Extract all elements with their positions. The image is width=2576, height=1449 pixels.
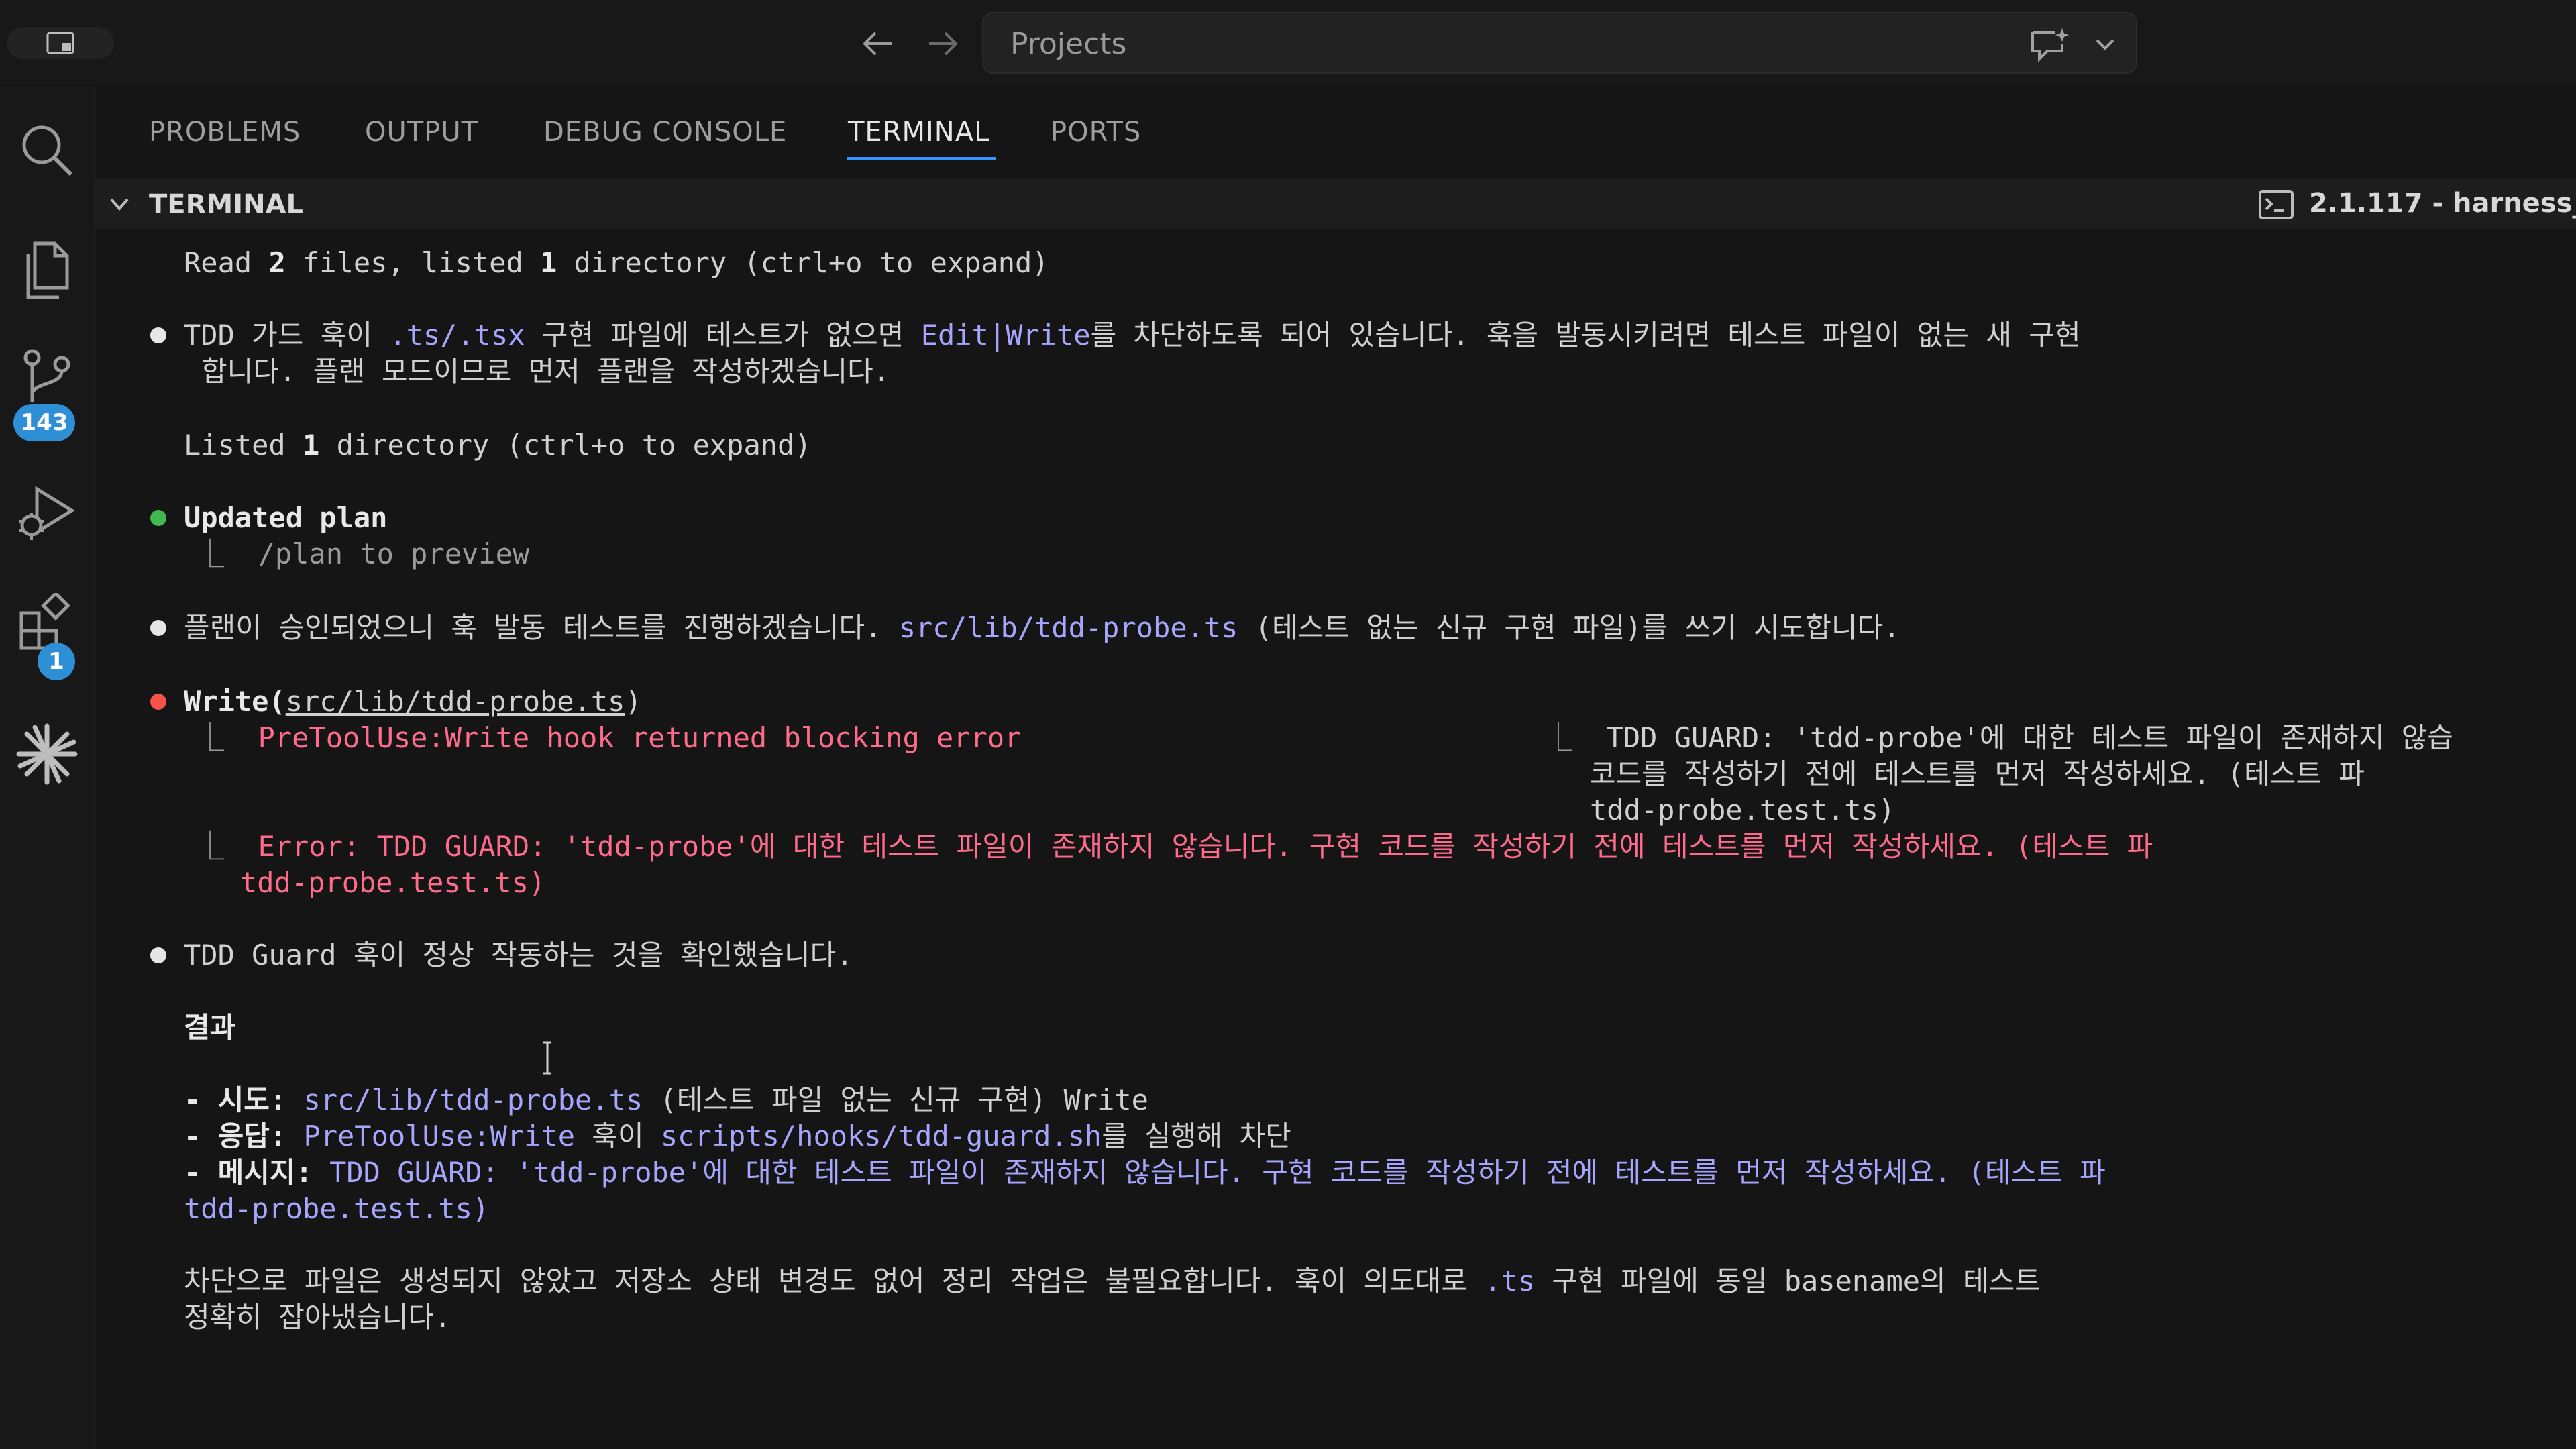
- output-line: 코드를 작성하기 전에 테스트를 먼저 작성하세요. (테스트 파: [1590, 757, 2365, 790]
- activity-item-source-control[interactable]: 143: [0, 345, 94, 441]
- bullet-dot-error: [150, 694, 166, 710]
- source-control-icon: [23, 349, 70, 402]
- output-line: - 시도: src/lib/tdd-probe.ts (테스트 파일 없는 신규…: [184, 1083, 1148, 1116]
- source-control-badge: 143: [13, 404, 75, 441]
- section-title: TERMINAL: [149, 189, 304, 220]
- output-line: Listed 1 directory (ctrl+o to expand): [184, 429, 812, 462]
- activity-item-extensions[interactable]: 1: [0, 586, 94, 680]
- chevron-down-icon[interactable]: [2092, 31, 2118, 58]
- sparkle-asterisk-icon: [16, 723, 78, 785]
- output-line: 결과: [184, 1011, 236, 1044]
- output-line: 정확히 잡아냈습니다.: [184, 1301, 451, 1334]
- output-line: 합니다. 플랜 모드이므로 먼저 플랜을 작성하겠습니다.: [201, 355, 891, 388]
- terminal-instance-name[interactable]: 2.1.117 - harness_d: [2309, 188, 2576, 219]
- output-line: tdd-probe.test.ts): [240, 866, 546, 899]
- search-icon: [22, 125, 73, 176]
- arrow-left-icon: [863, 32, 892, 56]
- output-line: ⎿ PreToolUse:Write hook returned blockin…: [196, 721, 1022, 754]
- files-icon: [26, 241, 69, 299]
- active-tab-indicator: [847, 157, 996, 160]
- activity-bar-items: 143 1: [0, 86, 94, 1449]
- output-line: tdd-probe.test.ts): [1590, 794, 1896, 826]
- activity-item-run-debug[interactable]: [0, 466, 94, 559]
- back-button[interactable]: [854, 20, 901, 67]
- tab-problems[interactable]: PROBLEMS: [149, 117, 301, 148]
- search-text: Projects: [1010, 27, 1127, 61]
- chat-sparkle-icon[interactable]: [2029, 27, 2069, 62]
- tab-debug-console[interactable]: DEBUG CONSOLE: [543, 117, 787, 148]
- output-line: Updated plan: [184, 501, 388, 534]
- bullet-dot: [150, 947, 166, 963]
- output-line: ⎿ TDD GUARD: 'tdd-probe'에 대한 테스트 파일이 존재하…: [1544, 721, 2453, 754]
- bullet-dot: [150, 620, 166, 636]
- bottom-panel: PROBLEMS OUTPUT DEBUG CONSOLE TERMINAL P…: [94, 86, 2576, 1449]
- output-line: TDD Guard 훅이 정상 작동하는 것을 확인했습니다.: [184, 938, 853, 971]
- text-cursor-icon: [543, 1041, 551, 1075]
- output-line: tdd-probe.test.ts): [184, 1192, 490, 1225]
- output-line: Read 2 files, listed 1 directory (ctrl+o…: [184, 246, 1049, 279]
- output-line: 플랜이 승인되었으니 훅 발동 테스트를 진행하겠습니다. src/lib/td…: [184, 611, 1900, 644]
- terminal-icon: [2259, 190, 2294, 219]
- output-line: TDD 가드 훅이 .ts/.tsx 구현 파일에 테스트가 없으면 Edit|…: [184, 319, 2081, 352]
- output-line: - 응답: PreToolUse:Write 훅이 scripts/hooks/…: [184, 1120, 1291, 1152]
- output-line: ⎿ Error: TDD GUARD: 'tdd-probe'에 대한 테스트 …: [196, 830, 2153, 863]
- output-line: - 메시지: TDD GUARD: 'tdd-probe'에 대한 테스트 파일…: [184, 1156, 2106, 1189]
- activity-item-claude[interactable]: [0, 707, 94, 801]
- terminal-section-header[interactable]: TERMINAL 2.1.117 - harness_d: [95, 178, 2576, 229]
- activity-item-search[interactable]: [0, 103, 94, 197]
- panel-tabs: PROBLEMS OUTPUT DEBUG CONSOLE TERMINAL P…: [95, 86, 2576, 177]
- command-center-search[interactable]: Projects: [982, 12, 2137, 74]
- output-line: 차단으로 파일은 생성되지 않았고 저장소 상태 변경도 없어 정리 작업은 불…: [184, 1265, 2041, 1297]
- output-line: Write(src/lib/tdd-probe.ts): [184, 685, 642, 718]
- toggle-layout-button[interactable]: [7, 27, 114, 59]
- output-line: ⎿ /plan to preview: [196, 537, 530, 570]
- tab-output[interactable]: OUTPUT: [365, 117, 478, 148]
- run-debug-icon: [19, 486, 75, 540]
- chevron-down-icon[interactable]: [106, 191, 133, 217]
- tab-ports[interactable]: PORTS: [1051, 117, 1141, 148]
- bullet-dot-success: [150, 510, 166, 526]
- title-bar: Projects: [0, 0, 2576, 86]
- bullet-dot: [150, 327, 166, 343]
- forward-button[interactable]: [920, 20, 967, 67]
- tab-terminal[interactable]: TERMINAL: [848, 117, 989, 148]
- activity-item-explorer[interactable]: [0, 224, 94, 318]
- layout-icon: [46, 32, 74, 54]
- terminal-output[interactable]: Read 2 files, listed 1 directory (ctrl+o…: [95, 229, 2576, 1449]
- arrow-right-icon: [929, 32, 958, 56]
- extensions-badge: 1: [38, 643, 75, 680]
